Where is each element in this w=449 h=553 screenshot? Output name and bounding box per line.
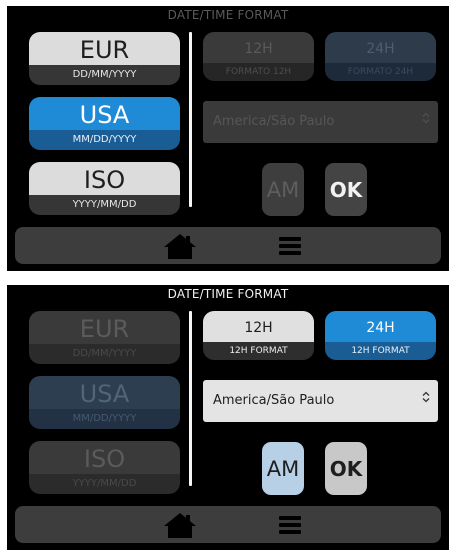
timezone-value: America/São Paulo (213, 114, 335, 129)
format-label: ISO (29, 441, 180, 474)
home-icon[interactable] (163, 511, 197, 543)
hamburger-menu-icon[interactable] (279, 236, 301, 260)
hour-24-label: 24H (325, 32, 436, 63)
format-button-iso[interactable]: ISO YYYY/MM/DD (29, 441, 180, 494)
hour-24-button[interactable]: 24H FORMATO 24H (325, 32, 436, 81)
format-pattern: YYYY/MM/DD (29, 195, 180, 215)
hour-24-button[interactable]: 24H 12H FORMAT (325, 311, 436, 360)
ok-button[interactable]: OK (325, 163, 367, 216)
hour-12-sublabel: 12H FORMAT (203, 342, 314, 360)
format-pattern: DD/MM/YYYY (29, 344, 180, 364)
format-label: USA (29, 376, 180, 409)
hour-12-label: 12H (203, 32, 314, 63)
hour-12-button[interactable]: 12H FORMATO 12H (203, 32, 314, 81)
format-label: ISO (29, 162, 180, 195)
hamburger-menu-icon[interactable] (279, 515, 301, 539)
hour-24-sublabel: FORMATO 24H (325, 63, 436, 81)
format-button-iso[interactable]: ISO YYYY/MM/DD (29, 162, 180, 215)
format-pattern: MM/DD/YYYY (29, 130, 180, 150)
format-button-eur[interactable]: EUR DD/MM/YYYY (29, 32, 180, 85)
ok-button[interactable]: OK (325, 442, 367, 495)
screen-title: DATE/TIME FORMAT (167, 287, 289, 301)
vertical-divider (189, 311, 192, 486)
am-pm-toggle[interactable]: AM (262, 442, 304, 495)
format-pattern: MM/DD/YYYY (29, 409, 180, 429)
format-label: EUR (29, 32, 180, 65)
format-button-eur[interactable]: EUR DD/MM/YYYY (29, 311, 180, 364)
date-time-format-screen-1: DATE/TIME FORMAT EUR DD/MM/YYYY USA MM/D… (7, 6, 449, 271)
am-pm-toggle[interactable]: AM (262, 163, 304, 216)
format-pattern: DD/MM/YYYY (29, 65, 180, 85)
timezone-select[interactable]: America/São Paulo (203, 101, 438, 143)
date-time-format-screen-2: DATE/TIME FORMAT EUR DD/MM/YYYY USA MM/D… (7, 285, 449, 550)
vertical-divider (189, 32, 192, 207)
hour-24-label: 24H (325, 311, 436, 342)
format-label: USA (29, 97, 180, 130)
bottom-nav-bar (15, 506, 441, 543)
bottom-nav-bar (15, 227, 441, 264)
format-button-usa[interactable]: USA MM/DD/YYYY (29, 376, 180, 429)
format-button-usa[interactable]: USA MM/DD/YYYY (29, 97, 180, 150)
chevron-updown-icon (422, 380, 430, 422)
hour-12-label: 12H (203, 311, 314, 342)
format-pattern: YYYY/MM/DD (29, 474, 180, 494)
chevron-updown-icon (422, 101, 430, 143)
screen-title: DATE/TIME FORMAT (167, 8, 289, 22)
hour-24-sublabel: 12H FORMAT (325, 342, 436, 360)
home-icon[interactable] (163, 232, 197, 264)
timezone-select[interactable]: America/São Paulo (203, 380, 438, 422)
hour-12-sublabel: FORMATO 12H (203, 63, 314, 81)
timezone-value: America/São Paulo (213, 393, 335, 408)
format-label: EUR (29, 311, 180, 344)
hour-12-button[interactable]: 12H 12H FORMAT (203, 311, 314, 360)
